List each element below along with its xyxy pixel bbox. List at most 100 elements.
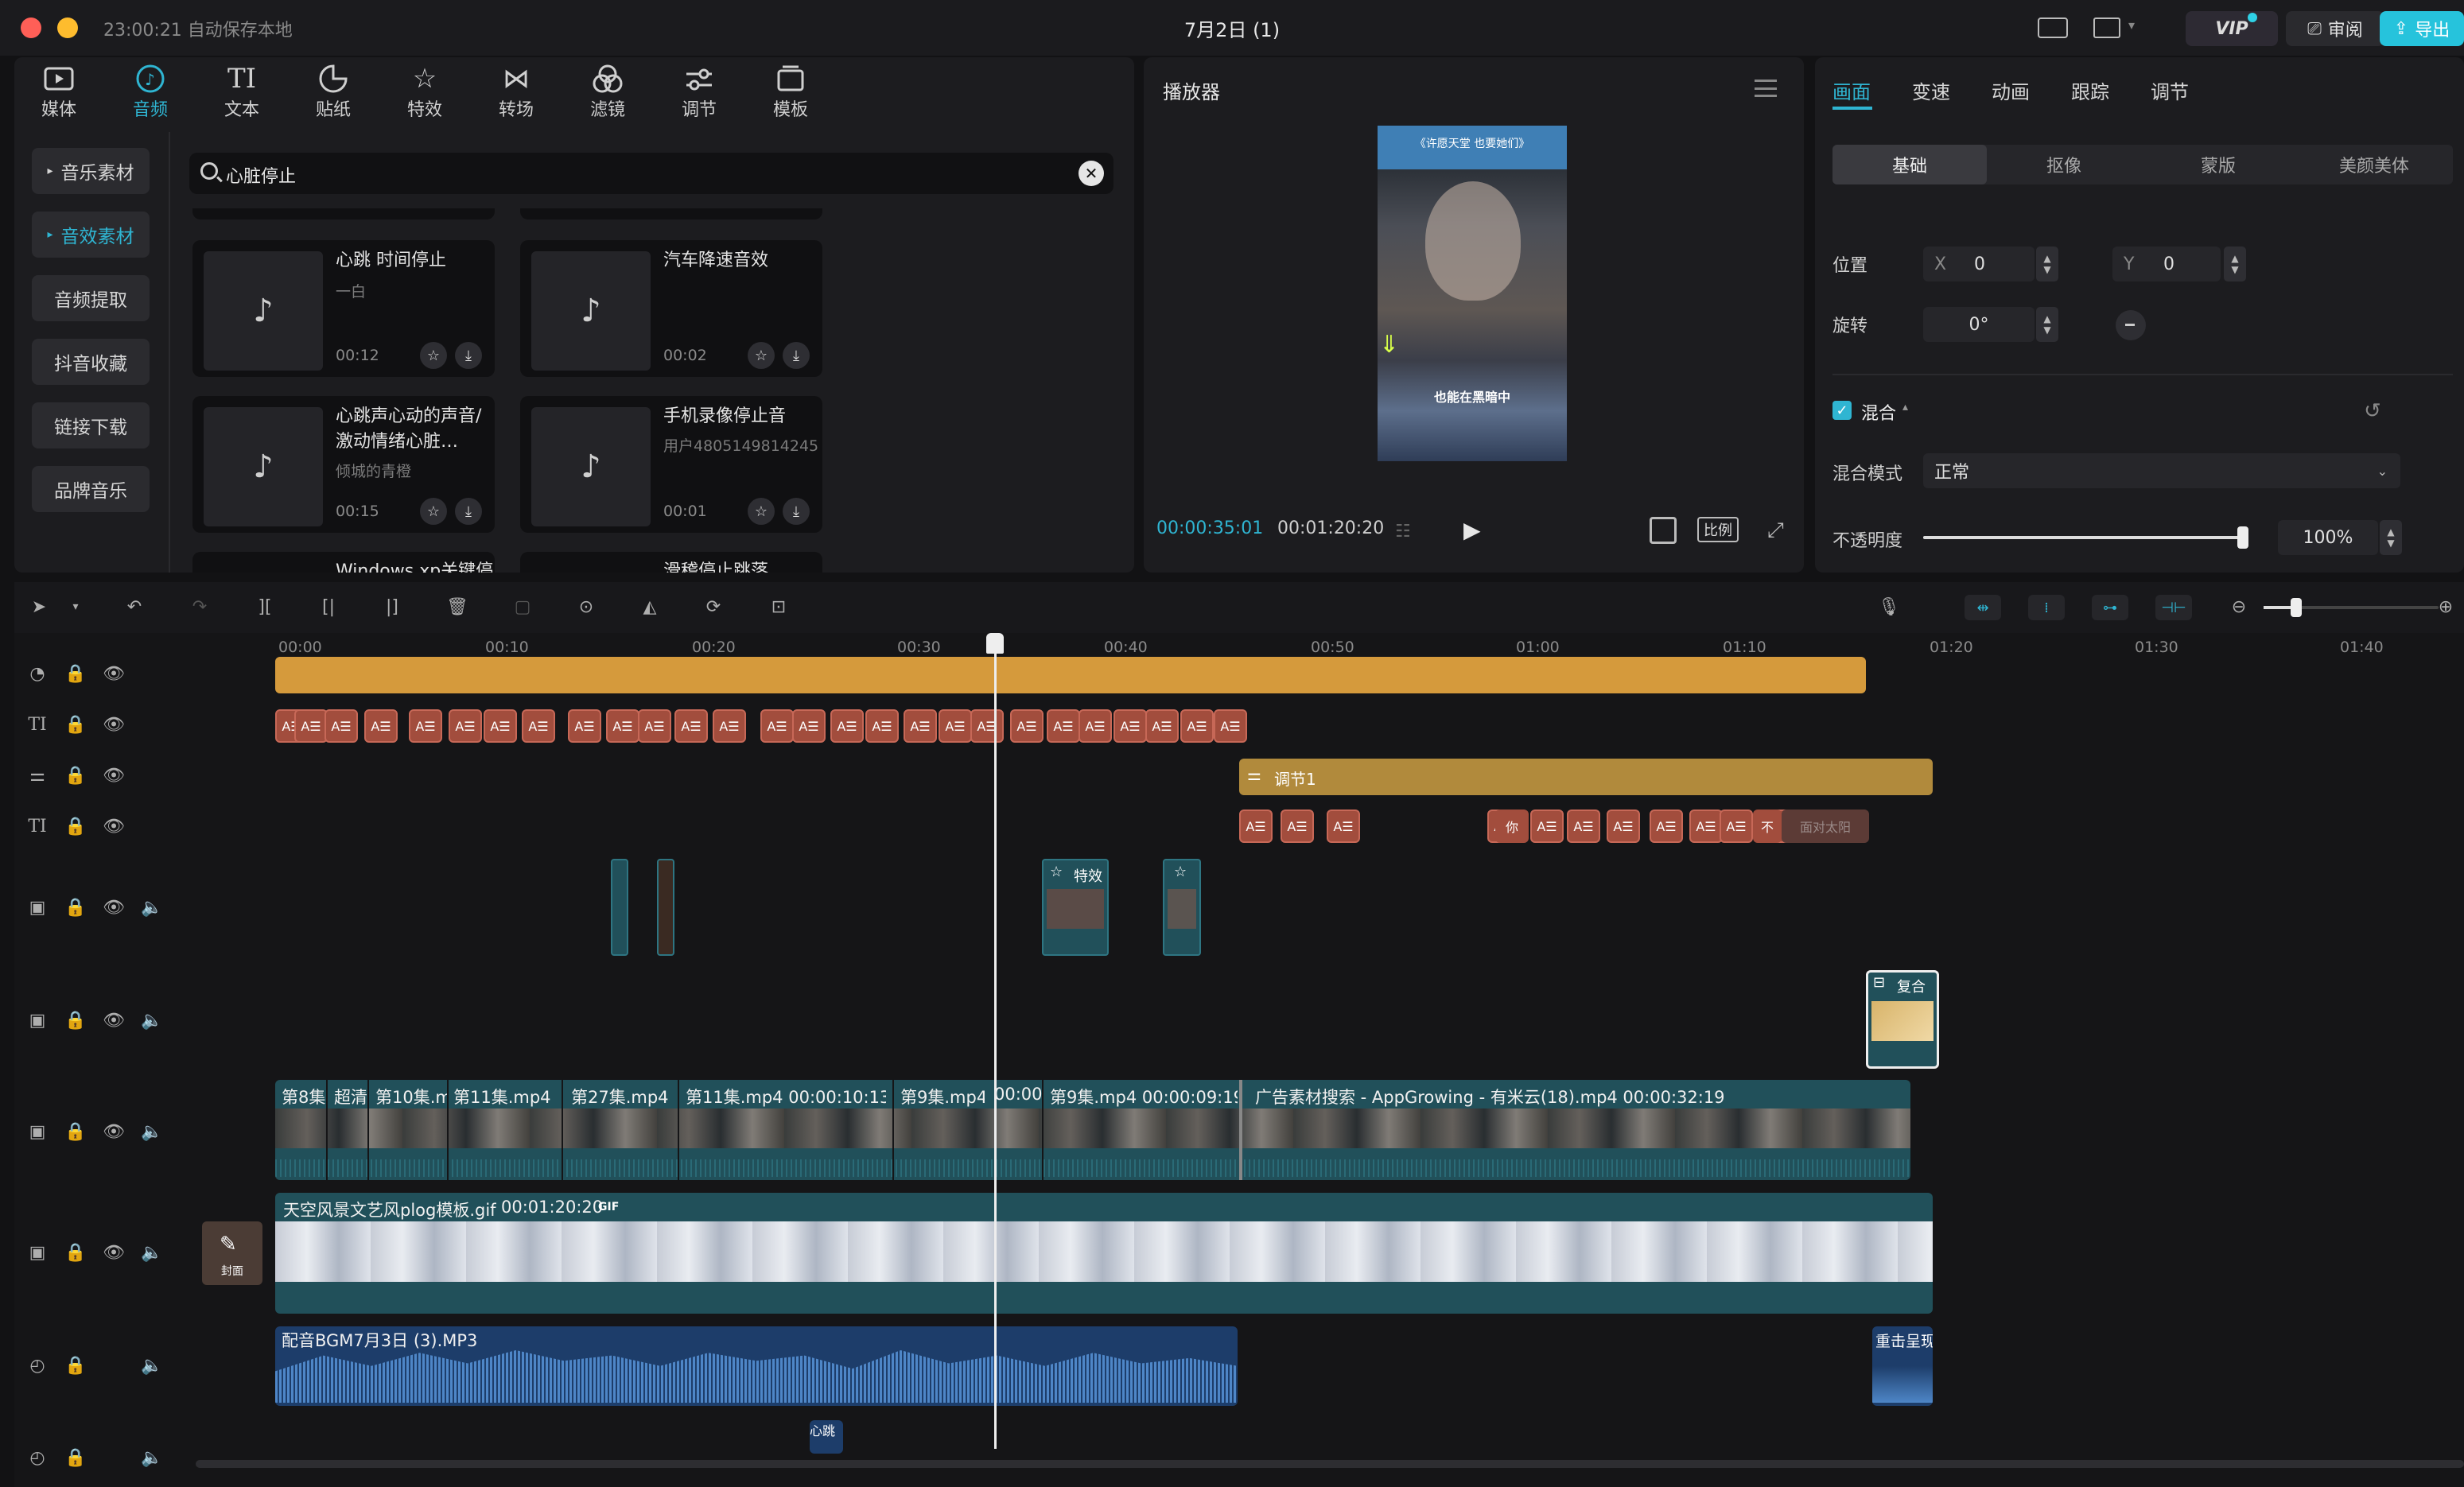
overlay-video-clip[interactable] [611,859,628,956]
text-clip[interactable]: A☰ [1689,810,1723,843]
sidebar-item-douyin-favorites[interactable]: 抖音收藏 [32,339,150,385]
subtab-mask[interactable]: 蒙版 [2141,145,2295,184]
layout-icon[interactable] [2093,17,2120,38]
opacity-stepper[interactable]: ▲ ▼ [2380,520,2402,555]
speaker-icon[interactable]: 🔈 [138,1007,165,1034]
lock-icon[interactable]: 🔒 [62,1118,89,1145]
speaker-icon[interactable]: 🔈 [138,1118,165,1145]
review-button[interactable]: ⎚ 审阅 [2286,11,2384,46]
clear-search-icon[interactable]: ✕ [1078,161,1104,186]
tab-tracking[interactable]: 跟踪 [2071,76,2109,104]
select-cursor-icon[interactable]: ➤ [25,593,52,620]
sticker-clip[interactable] [275,657,1866,693]
trim-right-icon[interactable]: |] [379,593,406,620]
speaker-icon[interactable]: 🔈 [138,1239,165,1266]
download-icon[interactable]: ⤓ [455,342,482,369]
lock-icon[interactable]: 🔒 [62,1352,89,1379]
speaker-icon[interactable]: 🔈 [138,894,165,921]
sound-card[interactable]: ♪ 心跳 时间停止 一白 00:12 ☆ ⤓ [192,240,495,377]
text-clip[interactable]: A☰ [939,709,972,743]
search-bar[interactable]: 心脏停止 ✕ [189,153,1113,194]
lock-icon[interactable]: 🔒 [62,660,89,687]
eye-icon[interactable]: 👁 [100,1118,127,1145]
sound-card[interactable]: ♪ 手机录像停止音 用户4805149814245 00:01 ☆ ⤓ [520,396,822,533]
download-icon[interactable]: ⤓ [783,342,810,369]
tab-sticker[interactable]: 贴纸 [293,62,373,121]
rotation-stepper[interactable]: ▲ ▼ [2036,307,2058,342]
tab-animation[interactable]: 动画 [1992,76,2030,104]
main-clip-label[interactable]: 00:00: [994,1085,1042,1104]
text-clip[interactable]: A☰ [1113,709,1147,743]
text-clip[interactable]: A☰ [1047,709,1080,743]
zoom-slider-thumb[interactable] [2291,598,2302,617]
text-clip[interactable]: A☰ [522,709,555,743]
eye-icon[interactable]: 👁 [100,711,127,738]
sfx-audio-clip[interactable]: 重击呈现 [1872,1326,1933,1406]
video-preview[interactable]: 《许愿天堂 也要她们》 也能在黑暗中 ⇓ [1378,126,1567,461]
blend-checkbox[interactable]: ✓ [1832,401,1852,420]
shortcut-keyboard-icon[interactable] [2038,17,2068,38]
compound-clip[interactable]: ⊟ 复合 [1866,970,1939,1069]
speaker-icon[interactable]: 🔈 [138,1444,165,1471]
text-clip[interactable]: A☰ [760,709,794,743]
tab-adjust[interactable]: 调节 [659,62,739,121]
text-clip[interactable]: A☰ [1180,709,1214,743]
text-clip[interactable]: A☰ [1078,709,1112,743]
text-clip[interactable]: A☰ [1327,810,1360,843]
sound-card[interactable]: ♪ 汽车降速音效 00:02 ☆ ⤓ [520,240,822,377]
text-clip[interactable]: A☰ [1239,810,1273,843]
mirror-icon[interactable]: ◭ [636,593,663,620]
lock-icon[interactable]: 🔒 [62,1007,89,1034]
sound-card-partial[interactable]: 滑稽停止跳落 [520,552,822,573]
sidebar-item-brand-music[interactable]: 品牌音乐 [32,466,150,512]
overlay-video-clip[interactable] [657,859,674,956]
opacity-slider[interactable] [1923,526,2248,549]
crop-icon[interactable]: ⊡ [765,593,792,620]
position-y-field[interactable]: Y 0 [2112,247,2221,281]
timecode-list-icon[interactable]: ☷ [1395,522,1411,542]
text-clip[interactable]: A☰ [484,709,517,743]
sidebar-item-music[interactable]: ▸ 音乐素材 [32,148,150,194]
text-clip[interactable]: A☰ [1281,810,1314,843]
text-clip[interactable]: A☰ [865,709,899,743]
text-clip[interactable]: A☰ [294,709,328,743]
lock-icon[interactable]: 🔒 [62,1239,89,1266]
timeline-horizontal-scrollbar[interactable] [196,1460,2464,1468]
tab-adjust-props[interactable]: 调节 [2151,76,2189,104]
reset-icon[interactable]: ↺ [2364,399,2381,423]
adjust-clip[interactable]: ⚌ 调节1 [1239,759,1933,795]
main-clip-label[interactable]: 超清 [334,1085,367,1108]
favorite-star-icon[interactable]: ☆ [748,342,775,369]
linkage-icon[interactable]: ⊶ [2092,595,2128,620]
rotate-icon[interactable]: ⟳ [700,593,727,620]
text-clip[interactable]: A☰ [970,709,1004,743]
rotation-field[interactable]: 0° [1923,307,2035,342]
lock-icon[interactable]: 🔒 [62,1444,89,1471]
close-window-button[interactable] [21,17,41,38]
position-y-stepper[interactable]: ▲ ▼ [2224,247,2246,281]
text-clip[interactable]: A☰ [1010,709,1044,743]
minimize-window-button[interactable] [57,17,78,38]
text-clip[interactable]: A☰ [830,709,864,743]
text-clip[interactable]: A☰ [364,709,398,743]
text-clip[interactable]: A☰ [1607,810,1640,843]
sidebar-item-sfx[interactable]: ▸ 音效素材 [32,212,150,258]
tab-speed[interactable]: 变速 [1912,76,1950,104]
text-clip[interactable]: A☰ [1145,709,1179,743]
export-button[interactable]: ⇪ 导出 [2380,11,2464,46]
tab-effects[interactable]: ☆ 特效 [385,62,464,121]
eye-icon[interactable]: 👁 [100,660,127,687]
text-clip[interactable]: A☰ [449,709,482,743]
fullscreen-preview-icon[interactable] [1650,517,1677,544]
eye-icon[interactable]: 👁 [100,894,127,921]
opacity-field[interactable]: 100% [2278,520,2378,555]
lock-icon[interactable]: 🔒 [62,813,89,840]
tab-picture[interactable]: 画面 [1832,76,1871,104]
text-clip[interactable]: A☰ [792,709,826,743]
lock-icon[interactable]: 🔒 [62,711,89,738]
main-clip-label[interactable]: 第9集.mp4 00:00:09:19 [1050,1085,1238,1108]
text-clip-not[interactable]: 不 [1753,810,1782,843]
subtab-beauty[interactable]: 美颜美体 [2295,145,2453,184]
text-clip[interactable]: A☰ [713,709,746,743]
subtab-basic[interactable]: 基础 [1832,145,1987,184]
